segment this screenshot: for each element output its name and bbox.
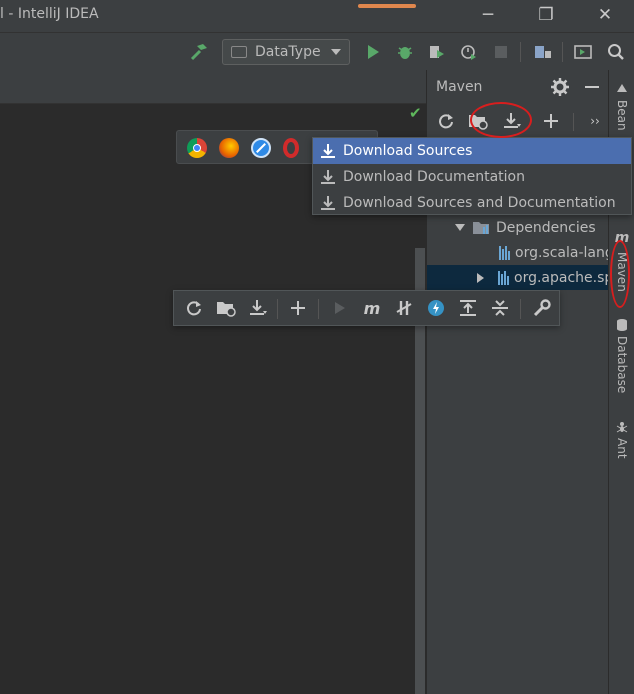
search-icon[interactable] [603,39,629,65]
collapsed-arrow-icon [477,272,484,283]
firefox-icon[interactable] [219,138,239,158]
download-icon [313,195,343,211]
run-config-label: DataType [255,44,321,60]
opera-icon[interactable] [283,138,299,158]
tab-bean-validation[interactable]: Bean [611,82,633,131]
library-icon [498,270,509,285]
download-icon[interactable] [499,108,525,134]
more-actions-icon[interactable]: ›› [582,108,608,134]
tab-maven[interactable]: m Maven [611,230,633,292]
profile-icon[interactable] [456,39,482,65]
toolbar-separator [573,113,574,131]
menu-item-download-documentation[interactable]: Download Documentation [313,164,631,190]
run-icon[interactable] [360,39,386,65]
chevron-down-icon [330,49,341,55]
generate-sources-folder-icon[interactable] [212,295,240,321]
bean-icon [617,84,627,92]
title-bar: l - IntelliJ IDEA ─ ❐ ✕ [0,0,634,32]
download-menu: Download Sources Download Documentation … [312,137,632,215]
stop-icon[interactable] [488,39,514,65]
download-icon [313,169,343,185]
main-toolbar: DataType [0,32,634,70]
library-icon [499,245,510,260]
database-icon [617,319,627,331]
maven-header: Maven [427,70,609,104]
tree-item-scala-lang[interactable]: org.scala-lang [427,240,609,265]
dependencies-folder-icon [473,221,489,234]
tab-ant[interactable]: Ant [611,420,633,459]
tree-item-apache-spark[interactable]: org.apache.sp [427,265,609,290]
inspection-ok-icon: ✔ [409,104,422,122]
toolbar-separator [277,299,278,319]
tab-label: Ant [615,438,629,459]
debug-icon[interactable] [392,39,418,65]
menu-item-download-sources-and-documentation[interactable]: Download Sources and Documentation [313,190,631,216]
toolbar-separator [318,299,319,319]
collapse-all-icon[interactable] [486,295,514,321]
toolbar-separator [520,42,521,62]
reload-icon[interactable] [180,295,208,321]
add-icon[interactable] [538,108,564,134]
maven-toolbar: ›› [427,104,609,138]
build-hammer-icon[interactable] [186,39,212,65]
show-dependencies-icon[interactable] [454,295,482,321]
toolbar-separator [562,42,563,62]
close-icon[interactable]: ✕ [591,4,619,28]
tab-label: Database [615,336,629,394]
tab-label: Maven [615,252,629,292]
chrome-icon[interactable] [187,138,207,158]
accent-indicator [358,4,416,8]
ant-icon [616,422,628,433]
menu-item-label: Download Sources [343,143,473,159]
terminal-window-icon[interactable] [570,39,596,65]
tree-item-dependencies[interactable]: Dependencies [427,215,609,240]
execute-goal-icon[interactable]: m [358,295,386,321]
tree-item-label: org.apache.sp [514,269,609,286]
expanded-arrow-icon [455,224,465,231]
minimize-icon[interactable]: ─ [474,4,502,28]
tree-item-label: Dependencies [496,219,596,236]
tab-label: Bean [615,100,629,131]
maven-title: Maven [436,79,483,95]
tree-item-label: org.scala-lang [515,244,609,261]
menu-item-label: Download Documentation [343,169,525,185]
restore-icon[interactable]: ❐ [532,4,560,28]
editor-tab-strip [0,70,426,104]
add-icon[interactable] [284,295,312,321]
hide-panel-icon[interactable] [579,74,605,100]
generate-sources-folder-icon[interactable] [465,108,491,134]
download-icon [313,143,343,159]
floating-maven-toolbar: m [173,290,560,326]
window-title: l - IntelliJ IDEA [0,6,99,22]
menu-item-download-sources[interactable]: Download Sources [313,138,631,164]
run-configuration-select[interactable]: DataType [222,39,350,65]
menu-item-label: Download Sources and Documentation [343,195,616,211]
tab-database[interactable]: Database [611,318,633,393]
coverage-icon[interactable] [424,39,450,65]
download-icon[interactable] [244,295,272,321]
run-icon[interactable] [326,295,354,321]
run-config-icon [231,46,247,58]
reload-icon[interactable] [433,108,459,134]
safari-icon[interactable] [251,138,271,158]
project-structure-icon[interactable] [530,39,556,65]
skip-tests-icon[interactable] [422,295,450,321]
toggle-offline-icon[interactable] [390,295,418,321]
gear-icon[interactable] [547,74,573,100]
wrench-icon[interactable] [528,295,556,321]
toolbar-separator [520,299,521,319]
maven-m-icon: m [614,230,630,246]
